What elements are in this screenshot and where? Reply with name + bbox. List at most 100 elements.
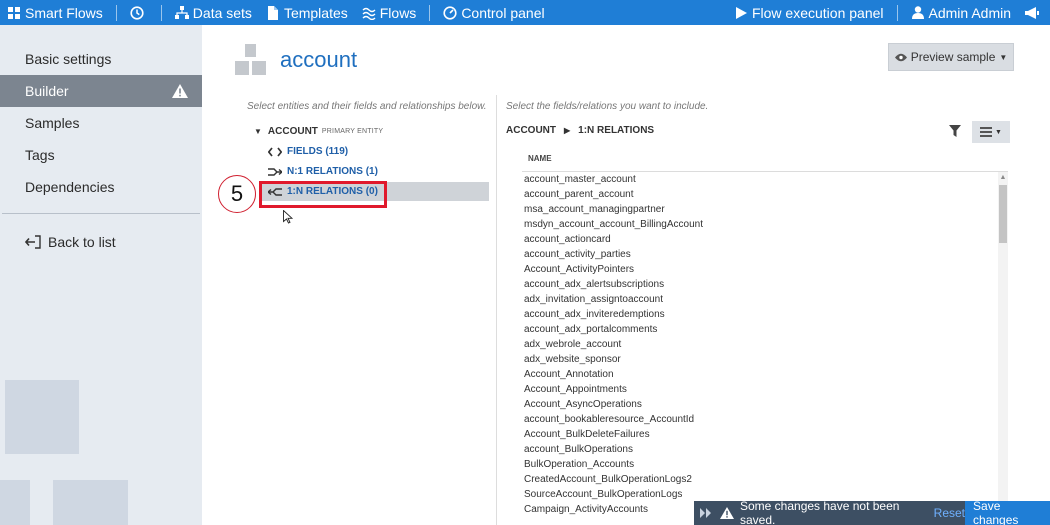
tree-item-label: FIELDS (119) — [287, 146, 349, 157]
list-item[interactable]: account_bookableresource_AccountId — [524, 412, 994, 427]
caret-right-icon: ▶ — [564, 126, 571, 135]
decorative-block — [0, 480, 30, 525]
back-to-list-label: Back to list — [48, 234, 116, 250]
view-options-button[interactable]: ▼ — [972, 121, 1010, 143]
nav-control-panel-label: Control panel — [461, 4, 545, 21]
preview-sample-label: Preview sample — [910, 50, 996, 64]
list-item[interactable]: account_adx_alertsubscriptions — [524, 277, 994, 292]
list-item[interactable]: Account_Appointments — [524, 382, 994, 397]
list-item[interactable]: Account_Annotation — [524, 367, 994, 382]
list-item[interactable]: Account_AsyncOperations — [524, 397, 994, 412]
list-item[interactable]: msa_account_managingpartner — [524, 202, 994, 217]
list-item[interactable]: account_actioncard — [524, 232, 994, 247]
list-item[interactable]: account_activity_parties — [524, 247, 994, 262]
decorative-block — [53, 480, 128, 525]
list-item[interactable]: account_adx_portalcomments — [524, 322, 994, 337]
tree-item-n1-relations[interactable]: N:1 RELATIONS (1) — [268, 166, 378, 177]
breadcrumb-section: 1:N RELATIONS — [578, 125, 655, 136]
reset-button[interactable]: Reset — [934, 506, 965, 520]
tree-root-label: ACCOUNT — [267, 126, 318, 137]
sidebar-divider — [2, 213, 200, 214]
nav-brand[interactable]: Smart Flows — [0, 0, 110, 25]
sidebar-item-label: Tags — [25, 147, 55, 163]
clock-icon — [130, 5, 144, 20]
sidebar: Basic settings Builder Samples Tags Depe… — [0, 25, 202, 525]
warning-icon — [720, 507, 734, 519]
nav-user-menu[interactable]: Admin Admin — [904, 0, 1018, 25]
nav-separator — [429, 4, 431, 21]
grid-icon — [7, 6, 21, 20]
sidebar-item-label: Dependencies — [25, 179, 115, 195]
sidebar-item-dependencies[interactable]: Dependencies — [0, 171, 202, 203]
nav-control-panel[interactable]: Control panel — [436, 0, 551, 25]
sidebar-item-label: Builder — [25, 83, 69, 99]
sidebar-item-basic-settings[interactable]: Basic settings — [0, 43, 202, 75]
nav-flows[interactable]: Flows — [355, 0, 424, 25]
eye-icon — [894, 53, 907, 62]
sitemap-icon — [174, 5, 189, 20]
right-hint-text: Select the fields/relations you want to … — [506, 101, 709, 112]
sidebar-item-tags[interactable]: Tags — [0, 139, 202, 171]
list-item[interactable]: account_master_account — [524, 172, 994, 187]
list-item[interactable]: account_adx_inviteredemptions — [524, 307, 994, 322]
nav-flows-label: Flows — [379, 4, 417, 21]
double-chevron-icon[interactable] — [700, 508, 712, 518]
user-name: Admin Admin — [928, 4, 1011, 21]
list-item[interactable]: CreatedAccount_BulkOperationLogs2 — [524, 472, 994, 487]
step-number-annotation: 5 — [218, 175, 256, 213]
tree-item-label: N:1 RELATIONS (1) — [287, 166, 378, 177]
breadcrumb-entity[interactable]: ACCOUNT — [506, 125, 556, 136]
merge-arrow-icon — [268, 167, 282, 177]
nav-datasets[interactable]: Data sets — [168, 0, 259, 25]
list-item[interactable]: adx_webrole_account — [524, 337, 994, 352]
relations-list: account_master_account account_parent_ac… — [524, 172, 994, 525]
nav-history[interactable] — [123, 0, 155, 25]
document-icon — [266, 5, 280, 20]
main-content: account Preview sample ▼ Select entities… — [202, 25, 1050, 525]
nav-templates[interactable]: Templates — [259, 0, 355, 25]
sidebar-item-label: Samples — [25, 115, 80, 131]
code-icon — [268, 146, 282, 157]
filter-icon[interactable] — [949, 124, 961, 137]
column-divider — [496, 95, 497, 525]
list-item[interactable]: BulkOperation_Accounts — [524, 457, 994, 472]
top-navigation-bar: Smart Flows Data sets Templates Flows Co… — [0, 0, 1050, 25]
primary-entity-badge: PRIMARY ENTITY — [321, 128, 384, 135]
megaphone-icon — [1025, 6, 1039, 20]
list-item[interactable]: Account_BulkDeleteFailures — [524, 427, 994, 442]
list-item[interactable]: account_parent_account — [524, 187, 994, 202]
tree-item-fields[interactable]: FIELDS (119) — [268, 146, 348, 157]
list-item[interactable]: account_BulkOperations — [524, 442, 994, 457]
user-icon — [911, 6, 925, 20]
breadcrumb: ACCOUNT ▶ 1:N RELATIONS — [506, 125, 654, 136]
nav-separator — [160, 4, 162, 21]
unsaved-message: Some changes have not been saved. — [740, 499, 900, 525]
list-item[interactable]: adx_invitation_assigntoaccount — [524, 292, 994, 307]
sidebar-item-samples[interactable]: Samples — [0, 107, 202, 139]
tree-root-account[interactable]: ▼ ACCOUNT PRIMARY ENTITY — [254, 126, 383, 137]
play-icon — [734, 6, 748, 20]
preview-sample-button[interactable]: Preview sample ▼ — [888, 43, 1014, 71]
gauge-icon — [443, 5, 457, 20]
sidebar-item-label: Basic settings — [25, 51, 112, 67]
nav-templates-label: Templates — [283, 4, 348, 21]
mouse-cursor-icon — [283, 209, 294, 224]
list-item[interactable]: Account_ActivityPointers — [524, 262, 994, 277]
warning-icon — [172, 84, 188, 98]
column-header-name[interactable]: NAME — [522, 154, 1008, 172]
highlight-annotation-box — [259, 181, 387, 208]
list-item[interactable]: msdyn_account_account_BillingAccount — [524, 217, 994, 232]
list-item[interactable]: adx_website_sponsor — [524, 352, 994, 367]
sidebar-item-builder[interactable]: Builder — [0, 75, 202, 107]
back-to-list-link[interactable]: Back to list — [0, 226, 202, 258]
nav-separator — [115, 4, 117, 21]
unsaved-changes-bar: Some changes have not been saved. Reset … — [694, 499, 1050, 525]
nav-flow-execution[interactable]: Flow execution panel — [727, 0, 891, 25]
save-changes-button[interactable]: Save changes — [965, 499, 1050, 525]
scroll-up-arrow-icon[interactable]: ▲ — [999, 174, 1007, 182]
entity-logo-icon — [235, 44, 269, 76]
decorative-block — [5, 380, 79, 454]
list-scrollbar-thumb[interactable] — [999, 185, 1007, 243]
nav-announcements[interactable] — [1018, 0, 1050, 25]
caret-down-icon: ▼ — [995, 128, 1002, 136]
